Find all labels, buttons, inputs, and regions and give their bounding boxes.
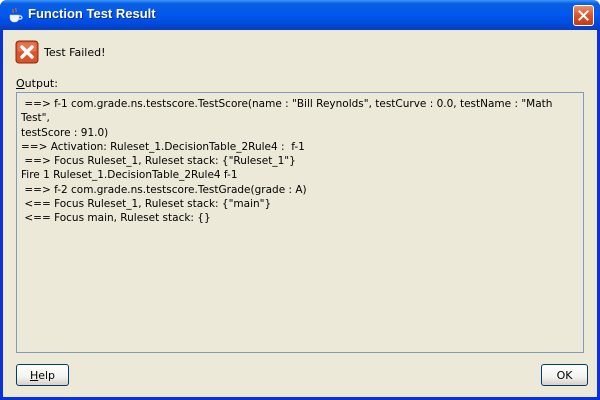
error-x-icon (15, 40, 39, 64)
close-icon (578, 10, 589, 21)
window-title: Function Test Result (28, 6, 156, 21)
close-button[interactable] (573, 5, 594, 26)
function-test-result-dialog: Function Test Result Test Failed! Output… (0, 0, 600, 400)
help-button-rest: elp (38, 368, 56, 382)
test-status-text: Test Failed! (44, 45, 106, 59)
java-cup-icon (9, 7, 23, 23)
output-label-rest: utput: (24, 77, 58, 90)
help-button-mnemonic: H (29, 368, 39, 382)
help-button[interactable]: Help (16, 364, 69, 386)
status-row: Test Failed! (15, 40, 106, 64)
output-text-area[interactable]: ==> f-1 com.grade.ns.testscore.TestScore… (16, 92, 584, 353)
ok-button[interactable]: OK (541, 364, 588, 386)
output-label-mnemonic: O (16, 77, 25, 90)
output-label: Output: (16, 77, 58, 90)
title-bar[interactable]: Function Test Result (0, 0, 600, 30)
